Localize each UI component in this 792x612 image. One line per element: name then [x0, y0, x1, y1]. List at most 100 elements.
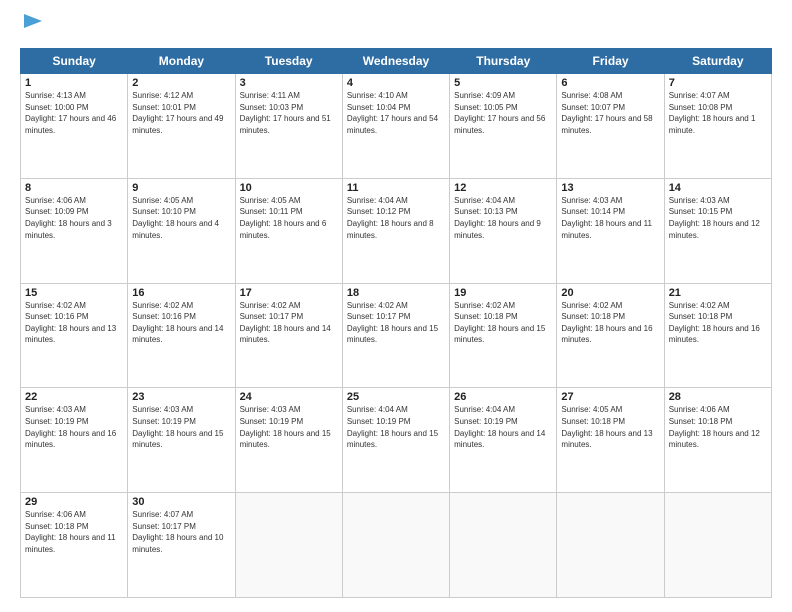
calendar-table: SundayMondayTuesdayWednesdayThursdayFrid…	[20, 48, 772, 598]
day-info: Sunrise: 4:12 AM Sunset: 10:01 PM Daylig…	[132, 90, 230, 136]
calendar-cell: 15 Sunrise: 4:02 AM Sunset: 10:16 PM Day…	[21, 283, 128, 388]
day-number: 23	[132, 391, 230, 403]
day-number: 16	[132, 287, 230, 299]
day-info: Sunrise: 4:02 AM Sunset: 10:16 PM Daylig…	[132, 300, 230, 346]
day-info: Sunrise: 4:11 AM Sunset: 10:03 PM Daylig…	[240, 90, 338, 136]
calendar-cell: 18 Sunrise: 4:02 AM Sunset: 10:17 PM Day…	[342, 283, 449, 388]
calendar-cell: 16 Sunrise: 4:02 AM Sunset: 10:16 PM Day…	[128, 283, 235, 388]
day-info: Sunrise: 4:02 AM Sunset: 10:18 PM Daylig…	[669, 300, 767, 346]
day-info: Sunrise: 4:06 AM Sunset: 10:18 PM Daylig…	[25, 509, 123, 555]
calendar-cell: 25 Sunrise: 4:04 AM Sunset: 10:19 PM Day…	[342, 388, 449, 493]
weekday-header: Sunday	[21, 49, 128, 74]
calendar-week-row: 22 Sunrise: 4:03 AM Sunset: 10:19 PM Day…	[21, 388, 772, 493]
page: SundayMondayTuesdayWednesdayThursdayFrid…	[0, 0, 792, 612]
day-info: Sunrise: 4:03 AM Sunset: 10:19 PM Daylig…	[240, 404, 338, 450]
weekday-header: Friday	[557, 49, 664, 74]
day-info: Sunrise: 4:07 AM Sunset: 10:17 PM Daylig…	[132, 509, 230, 555]
day-info: Sunrise: 4:02 AM Sunset: 10:17 PM Daylig…	[347, 300, 445, 346]
day-number: 13	[561, 182, 659, 194]
calendar-cell: 5 Sunrise: 4:09 AM Sunset: 10:05 PM Dayl…	[450, 74, 557, 179]
day-number: 12	[454, 182, 552, 194]
day-info: Sunrise: 4:09 AM Sunset: 10:05 PM Daylig…	[454, 90, 552, 136]
day-number: 3	[240, 77, 338, 89]
day-info: Sunrise: 4:04 AM Sunset: 10:13 PM Daylig…	[454, 195, 552, 241]
day-number: 2	[132, 77, 230, 89]
calendar-cell	[557, 493, 664, 598]
calendar-cell: 28 Sunrise: 4:06 AM Sunset: 10:18 PM Day…	[664, 388, 771, 493]
calendar-cell: 10 Sunrise: 4:05 AM Sunset: 10:11 PM Day…	[235, 178, 342, 283]
day-number: 30	[132, 496, 230, 508]
calendar-cell: 14 Sunrise: 4:03 AM Sunset: 10:15 PM Day…	[664, 178, 771, 283]
day-info: Sunrise: 4:06 AM Sunset: 10:18 PM Daylig…	[669, 404, 767, 450]
calendar-cell: 20 Sunrise: 4:02 AM Sunset: 10:18 PM Day…	[557, 283, 664, 388]
calendar-week-row: 1 Sunrise: 4:13 AM Sunset: 10:00 PM Dayl…	[21, 74, 772, 179]
calendar-week-row: 29 Sunrise: 4:06 AM Sunset: 10:18 PM Day…	[21, 493, 772, 598]
calendar-cell: 9 Sunrise: 4:05 AM Sunset: 10:10 PM Dayl…	[128, 178, 235, 283]
calendar-cell: 24 Sunrise: 4:03 AM Sunset: 10:19 PM Day…	[235, 388, 342, 493]
calendar-cell: 8 Sunrise: 4:06 AM Sunset: 10:09 PM Dayl…	[21, 178, 128, 283]
calendar-cell: 17 Sunrise: 4:02 AM Sunset: 10:17 PM Day…	[235, 283, 342, 388]
calendar-cell: 13 Sunrise: 4:03 AM Sunset: 10:14 PM Day…	[557, 178, 664, 283]
weekday-header: Monday	[128, 49, 235, 74]
day-info: Sunrise: 4:13 AM Sunset: 10:00 PM Daylig…	[25, 90, 123, 136]
day-number: 10	[240, 182, 338, 194]
day-info: Sunrise: 4:07 AM Sunset: 10:08 PM Daylig…	[669, 90, 767, 136]
day-number: 11	[347, 182, 445, 194]
day-info: Sunrise: 4:03 AM Sunset: 10:15 PM Daylig…	[669, 195, 767, 241]
day-number: 27	[561, 391, 659, 403]
day-info: Sunrise: 4:04 AM Sunset: 10:12 PM Daylig…	[347, 195, 445, 241]
day-info: Sunrise: 4:03 AM Sunset: 10:14 PM Daylig…	[561, 195, 659, 241]
calendar-cell: 3 Sunrise: 4:11 AM Sunset: 10:03 PM Dayl…	[235, 74, 342, 179]
day-info: Sunrise: 4:02 AM Sunset: 10:18 PM Daylig…	[454, 300, 552, 346]
day-number: 21	[669, 287, 767, 299]
day-number: 22	[25, 391, 123, 403]
weekday-header: Saturday	[664, 49, 771, 74]
day-info: Sunrise: 4:10 AM Sunset: 10:04 PM Daylig…	[347, 90, 445, 136]
day-info: Sunrise: 4:02 AM Sunset: 10:17 PM Daylig…	[240, 300, 338, 346]
day-number: 1	[25, 77, 123, 89]
day-number: 15	[25, 287, 123, 299]
calendar-header-row: SundayMondayTuesdayWednesdayThursdayFrid…	[21, 49, 772, 74]
calendar-cell: 6 Sunrise: 4:08 AM Sunset: 10:07 PM Dayl…	[557, 74, 664, 179]
day-number: 29	[25, 496, 123, 508]
day-info: Sunrise: 4:03 AM Sunset: 10:19 PM Daylig…	[132, 404, 230, 450]
day-number: 7	[669, 77, 767, 89]
weekday-header: Wednesday	[342, 49, 449, 74]
day-info: Sunrise: 4:04 AM Sunset: 10:19 PM Daylig…	[347, 404, 445, 450]
logo	[20, 18, 46, 38]
day-number: 28	[669, 391, 767, 403]
calendar-cell: 27 Sunrise: 4:05 AM Sunset: 10:18 PM Day…	[557, 388, 664, 493]
weekday-header: Thursday	[450, 49, 557, 74]
day-info: Sunrise: 4:05 AM Sunset: 10:18 PM Daylig…	[561, 404, 659, 450]
day-number: 9	[132, 182, 230, 194]
calendar-cell	[664, 493, 771, 598]
day-number: 25	[347, 391, 445, 403]
header	[20, 18, 772, 38]
day-info: Sunrise: 4:05 AM Sunset: 10:10 PM Daylig…	[132, 195, 230, 241]
day-info: Sunrise: 4:02 AM Sunset: 10:18 PM Daylig…	[561, 300, 659, 346]
calendar-cell: 21 Sunrise: 4:02 AM Sunset: 10:18 PM Day…	[664, 283, 771, 388]
day-info: Sunrise: 4:02 AM Sunset: 10:16 PM Daylig…	[25, 300, 123, 346]
calendar-cell: 11 Sunrise: 4:04 AM Sunset: 10:12 PM Day…	[342, 178, 449, 283]
day-info: Sunrise: 4:06 AM Sunset: 10:09 PM Daylig…	[25, 195, 123, 241]
day-info: Sunrise: 4:04 AM Sunset: 10:19 PM Daylig…	[454, 404, 552, 450]
calendar-cell: 26 Sunrise: 4:04 AM Sunset: 10:19 PM Day…	[450, 388, 557, 493]
day-number: 4	[347, 77, 445, 89]
day-number: 24	[240, 391, 338, 403]
calendar-cell: 23 Sunrise: 4:03 AM Sunset: 10:19 PM Day…	[128, 388, 235, 493]
calendar-cell: 29 Sunrise: 4:06 AM Sunset: 10:18 PM Day…	[21, 493, 128, 598]
calendar-cell: 4 Sunrise: 4:10 AM Sunset: 10:04 PM Dayl…	[342, 74, 449, 179]
weekday-header: Tuesday	[235, 49, 342, 74]
day-number: 19	[454, 287, 552, 299]
day-number: 8	[25, 182, 123, 194]
calendar-week-row: 8 Sunrise: 4:06 AM Sunset: 10:09 PM Dayl…	[21, 178, 772, 283]
calendar-cell: 22 Sunrise: 4:03 AM Sunset: 10:19 PM Day…	[21, 388, 128, 493]
day-number: 20	[561, 287, 659, 299]
calendar-cell	[342, 493, 449, 598]
day-info: Sunrise: 4:08 AM Sunset: 10:07 PM Daylig…	[561, 90, 659, 136]
day-number: 26	[454, 391, 552, 403]
day-number: 18	[347, 287, 445, 299]
day-number: 6	[561, 77, 659, 89]
calendar-cell	[450, 493, 557, 598]
calendar-cell: 30 Sunrise: 4:07 AM Sunset: 10:17 PM Day…	[128, 493, 235, 598]
